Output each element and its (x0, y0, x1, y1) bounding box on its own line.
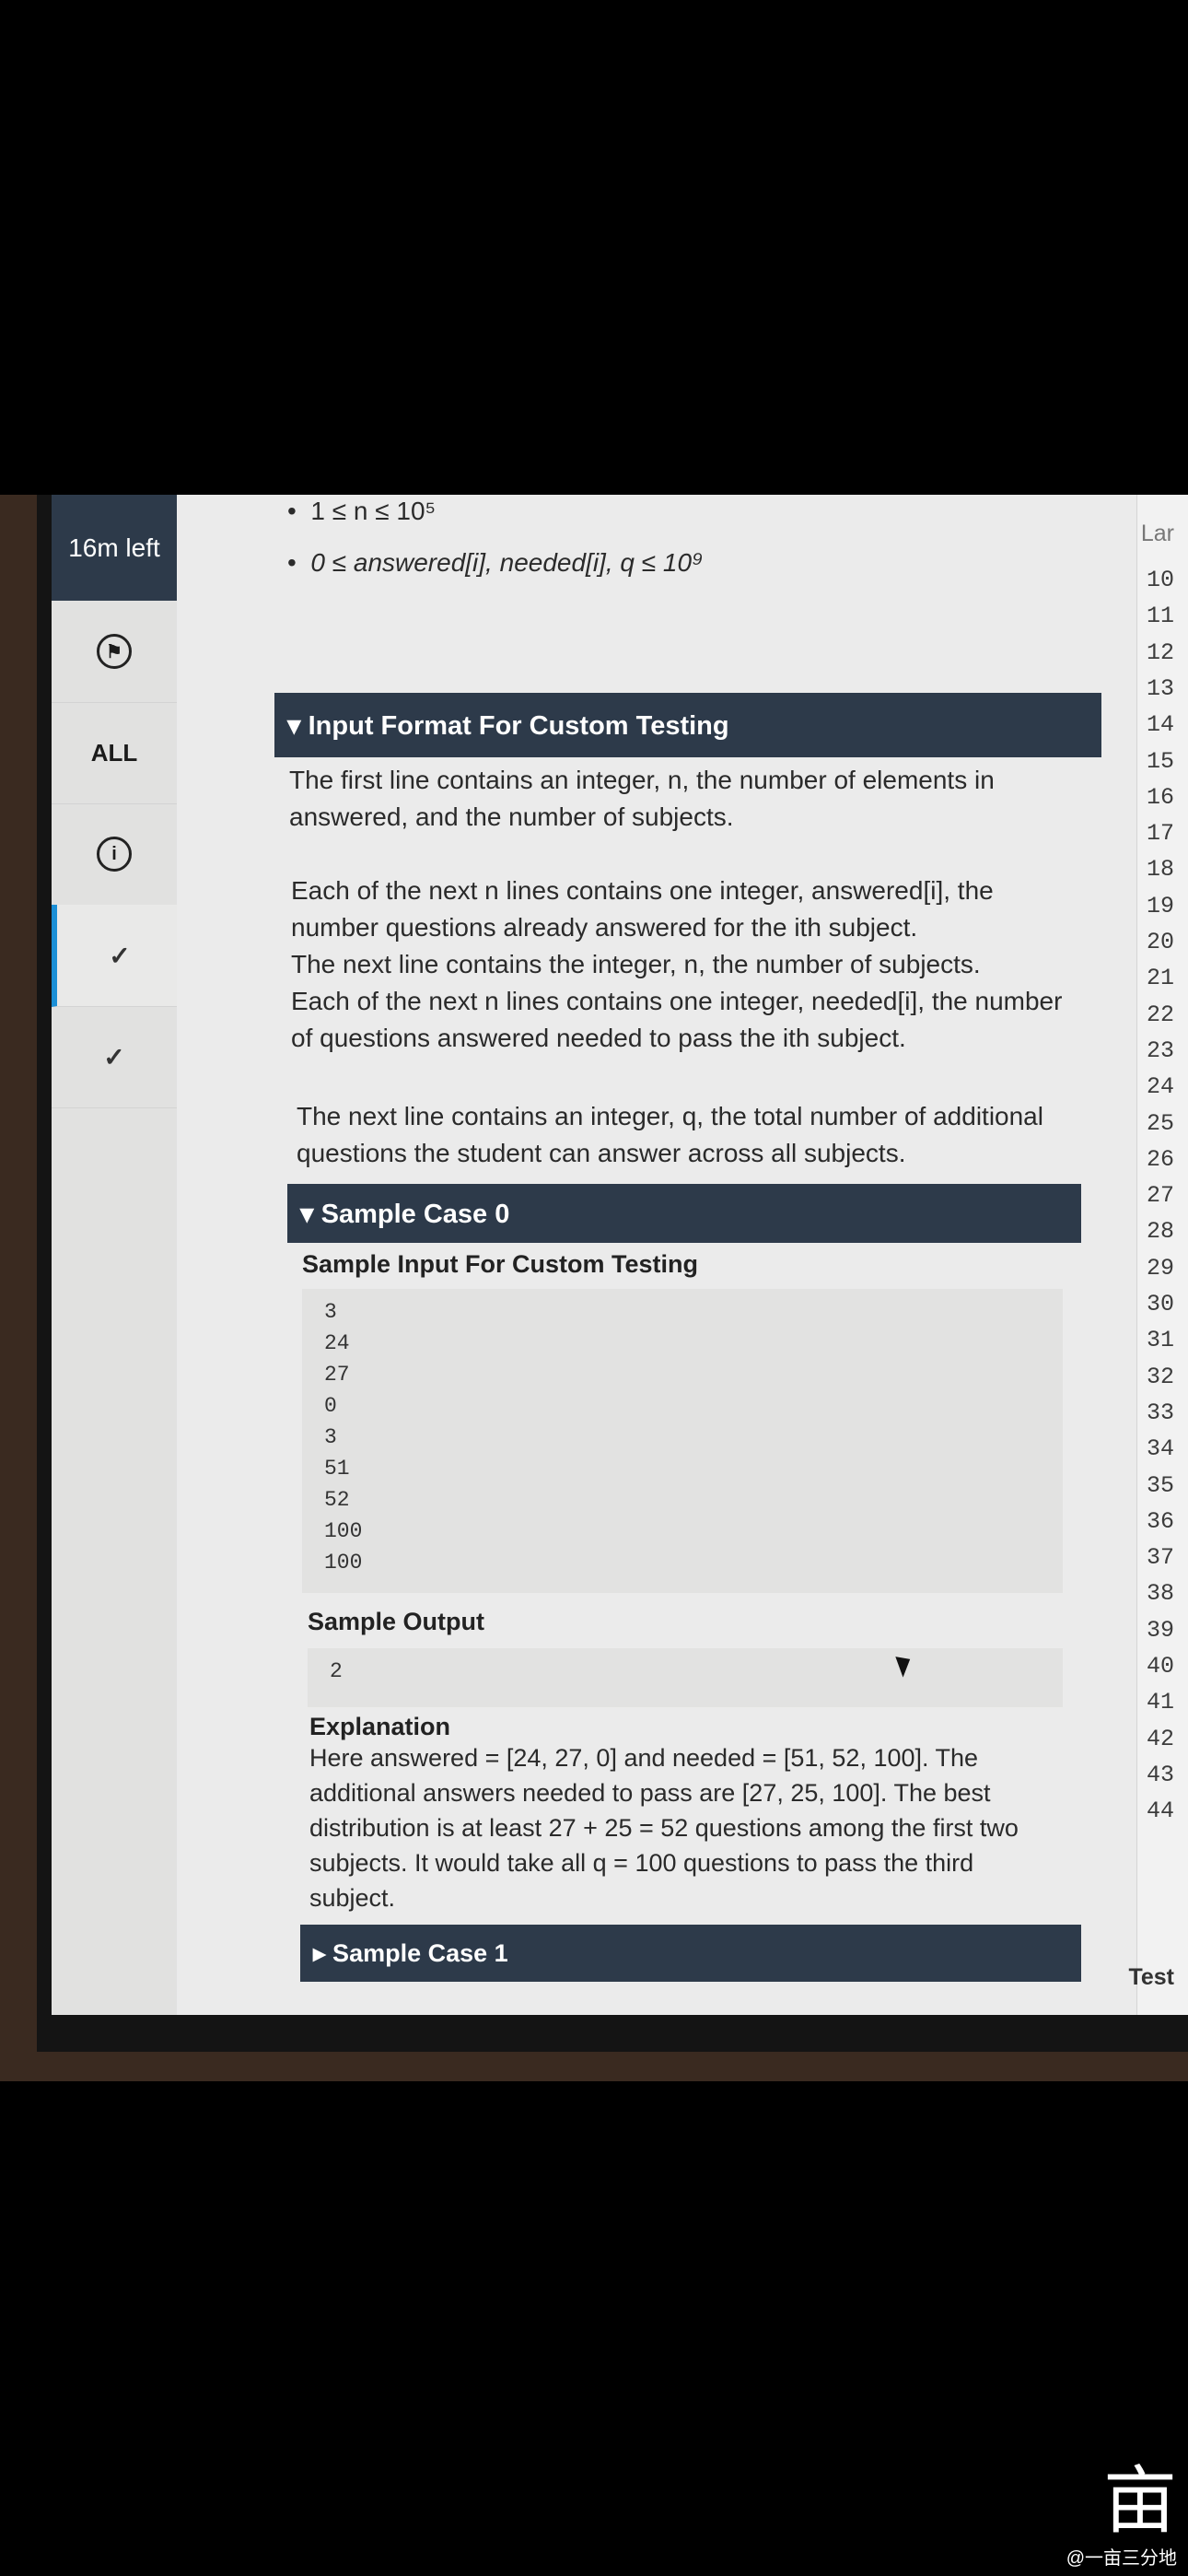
sample-output-label: Sample Output (308, 1608, 485, 1635)
line-number: 41 (1146, 1689, 1174, 1716)
sample-output-box: 2 (308, 1648, 1063, 1707)
watermark: 亩 @一亩三分地 (1066, 2460, 1177, 2570)
line-number: 25 (1146, 1109, 1174, 1137)
line-number: 14 (1146, 711, 1174, 739)
line-number: 40 (1146, 1653, 1174, 1680)
line-number: 12 (1146, 638, 1174, 666)
line-number: 19 (1146, 892, 1174, 919)
line-number: 15 (1146, 747, 1174, 775)
watermark-text: @一亩三分地 (1066, 2548, 1177, 2569)
code-editor-pane[interactable]: Lar 10 11 12 13 14 15 16 17 18 19 20 21 22 23 24 25 26 27… (1128, 495, 1188, 2015)
line-number: 21 (1146, 965, 1174, 992)
line-number: 26 (1146, 1145, 1174, 1173)
line-number: 38 (1146, 1580, 1174, 1608)
input-format-paragraph-1: The first line contains an integer, n, t… (289, 766, 995, 831)
input-format-paragraph-2: Each of the next n lines contains one in… (291, 876, 1063, 1052)
explanation-label: Explanation (309, 1713, 451, 1740)
line-number: 44 (1146, 1797, 1174, 1825)
sidebar-item-label: ALL (90, 738, 138, 767)
input-format-header[interactable]: ▾ Input Format For Custom Testing (274, 693, 1101, 757)
line-number: 33 (1146, 1399, 1174, 1426)
line-number: 39 (1146, 1616, 1174, 1644)
line-number: 29 (1146, 1254, 1174, 1282)
line-number: 17 (1146, 820, 1174, 848)
flag-icon: ⚑ (97, 634, 132, 669)
test-results-label[interactable]: Test (1128, 1964, 1174, 1991)
line-number: 43 (1146, 1761, 1174, 1788)
constraint-item: • 1 ≤ n ≤ 10⁵ (287, 497, 437, 525)
line-number: 34 (1146, 1435, 1174, 1463)
sidebar-item-question-1[interactable]: ✓ (52, 905, 182, 1007)
line-number: 32 (1146, 1363, 1174, 1390)
line-number: 37 (1146, 1544, 1174, 1572)
check-icon: ✓ (103, 1042, 125, 1071)
sample-input-label: Sample Input For Custom Testing (302, 1250, 699, 1278)
line-number: 22 (1146, 1001, 1174, 1028)
input-format-paragraph-3: The next line contains an integer, q, th… (297, 1102, 1043, 1167)
line-number: 42 (1146, 1725, 1174, 1752)
timer: 16m left (52, 495, 177, 601)
sample-case-0-header[interactable]: ▾ Sample Case 0 (287, 1184, 1081, 1243)
line-number: 16 (1146, 783, 1174, 811)
line-number: 20 (1146, 929, 1174, 955)
screen: 16m left ⚑ ALL i ✓ ✓ • 1 ≤ n ≤ 10⁵ • 0 ≤… (52, 495, 1188, 2015)
sidebar-item-question-2[interactable]: ✓ (52, 1006, 177, 1108)
question-sidebar: 16m left ⚑ ALL i ✓ ✓ (52, 495, 182, 2015)
line-number: 27 (1146, 1182, 1174, 1210)
line-number: 28 (1146, 1218, 1174, 1246)
line-number: 23 (1146, 1036, 1174, 1064)
line-number: 31 (1146, 1327, 1174, 1354)
line-number: 30 (1146, 1291, 1174, 1317)
explanation-text: Here answered = [24, 27, 0] and needed =… (309, 1744, 1019, 1912)
sidebar-item-all[interactable]: ALL (52, 702, 177, 804)
sample-case-1-header[interactable]: ▸ Sample Case 1 (300, 1925, 1081, 1982)
sample-input-box: 3 24 27 0 3 51 52 100 100 (302, 1289, 1063, 1593)
check-icon: ✓ (109, 941, 131, 970)
line-number: 24 (1146, 1073, 1174, 1101)
line-number: 13 (1146, 674, 1174, 702)
line-number: 36 (1146, 1507, 1174, 1535)
constraint-item: • 0 ≤ answered[i], needed[i], q ≤ 10⁹ (287, 548, 704, 577)
sidebar-item-flag[interactable]: ⚑ (52, 601, 177, 703)
problem-description: • 1 ≤ n ≤ 10⁵ • 0 ≤ answered[i], needed[… (177, 495, 1136, 2015)
watermark-logo: 亩 (1103, 2458, 1177, 2544)
language-label[interactable]: Lar (1141, 521, 1174, 547)
sidebar-item-info[interactable]: i (52, 803, 177, 906)
line-number: 11 (1146, 603, 1174, 630)
line-number: 18 (1146, 856, 1174, 884)
line-number: 35 (1146, 1471, 1174, 1499)
info-icon: i (97, 837, 132, 872)
line-number: 10 (1146, 567, 1174, 593)
